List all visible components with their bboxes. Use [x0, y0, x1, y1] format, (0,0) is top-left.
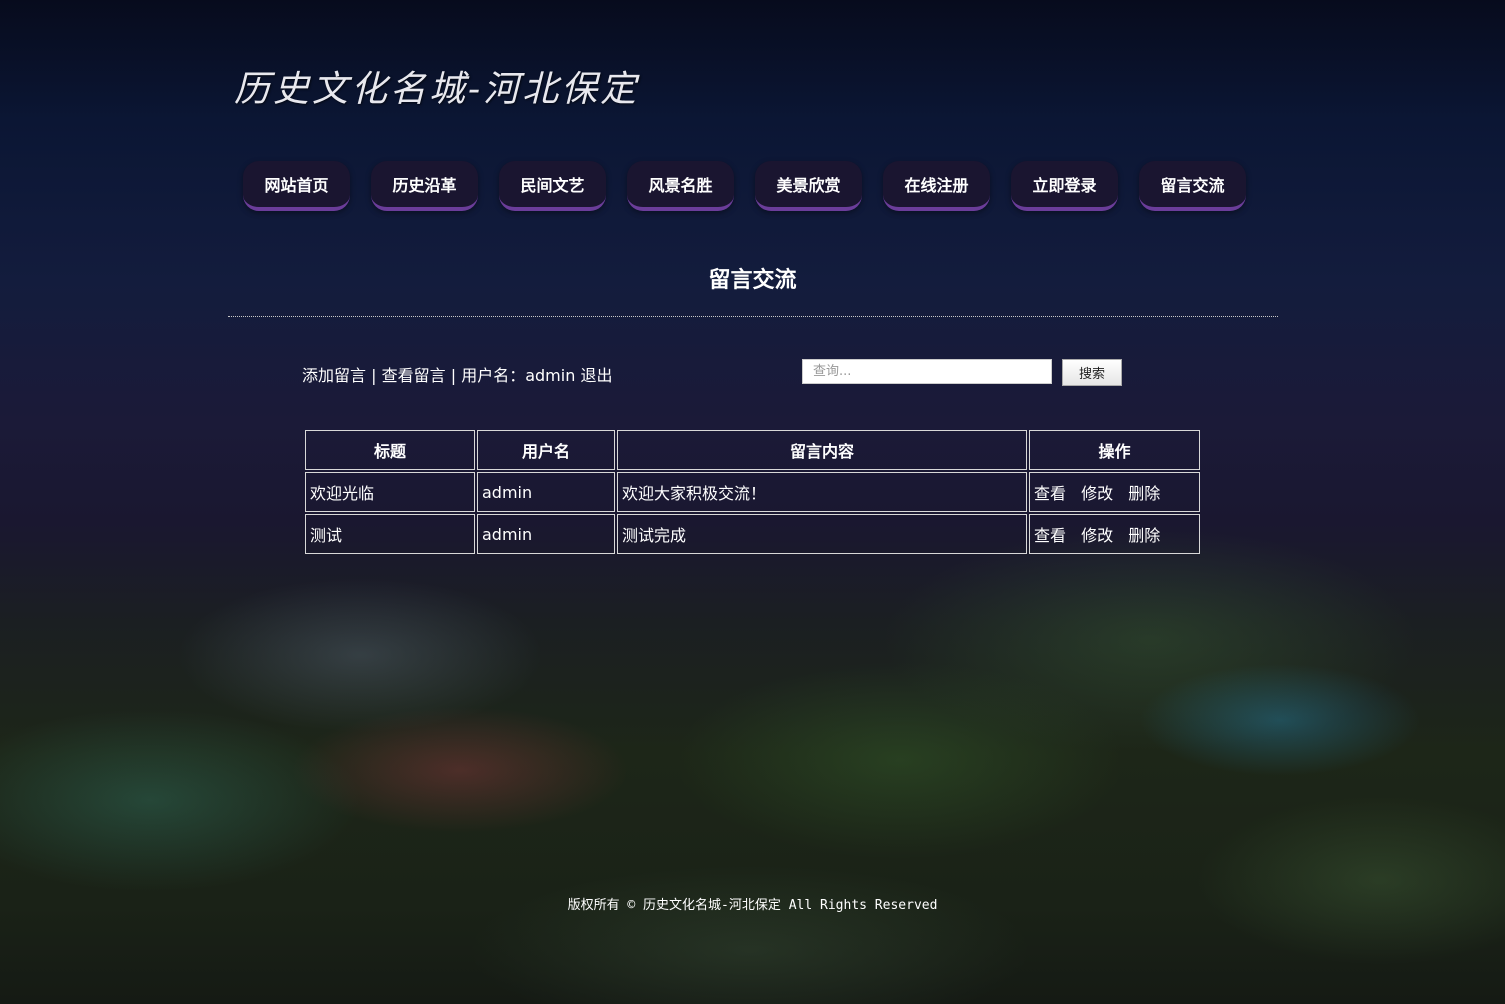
messages-table: 标题 用户名 留言内容 操作 欢迎光临 admin 欢迎大家积极交流！ 查看 修…: [303, 428, 1202, 556]
cell-actions: 查看 修改 删除: [1029, 472, 1200, 512]
delete-link[interactable]: 删除: [1128, 526, 1160, 545]
toolbar-separator: |: [450, 366, 457, 385]
cell-actions: 查看 修改 删除: [1029, 514, 1200, 554]
divider: [228, 316, 1278, 317]
main-nav: 网站首页 历史沿革 民间文艺 风景名胜 美景欣赏 在线注册 立即登录 留言交流: [243, 161, 1246, 211]
logout-link[interactable]: 退出: [580, 366, 612, 385]
username-value: admin: [525, 366, 576, 385]
nav-item-login[interactable]: 立即登录: [1011, 161, 1118, 211]
message-toolbar: 添加留言 | 查看留言 | 用户名：admin 退出: [302, 362, 612, 386]
edit-link[interactable]: 修改: [1081, 484, 1113, 503]
delete-link[interactable]: 删除: [1128, 484, 1160, 503]
cell-content: 测试完成: [617, 514, 1027, 554]
column-header-title: 标题: [305, 430, 475, 470]
view-link[interactable]: 查看: [1034, 526, 1066, 545]
column-header-content: 留言内容: [617, 430, 1027, 470]
nav-item-gallery[interactable]: 美景欣赏: [755, 161, 862, 211]
nav-item-home[interactable]: 网站首页: [243, 161, 350, 211]
view-link[interactable]: 查看: [1034, 484, 1066, 503]
nav-item-register[interactable]: 在线注册: [883, 161, 990, 211]
table-row: 测试 admin 测试完成 查看 修改 删除: [305, 514, 1200, 554]
nav-item-scenic-spots[interactable]: 风景名胜: [627, 161, 734, 211]
cell-username: admin: [477, 514, 615, 554]
cell-title: 测试: [305, 514, 475, 554]
footer-copyright: 版权所有 © 历史文化名城-河北保定 All Rights Reserved: [567, 898, 938, 913]
page-heading: 留言交流: [708, 268, 797, 293]
cell-content: 欢迎大家积极交流！: [617, 472, 1027, 512]
edit-link[interactable]: 修改: [1081, 526, 1113, 545]
username-label: 用户名：: [461, 366, 526, 385]
table-row: 欢迎光临 admin 欢迎大家积极交流！ 查看 修改 删除: [305, 472, 1200, 512]
cell-title: 欢迎光临: [305, 472, 475, 512]
toolbar-separator: |: [371, 366, 377, 385]
search-button[interactable]: 搜索: [1062, 359, 1122, 386]
cell-username: admin: [477, 472, 615, 512]
nav-item-history[interactable]: 历史沿革: [371, 161, 478, 211]
nav-item-folk-arts[interactable]: 民间文艺: [499, 161, 606, 211]
column-header-username: 用户名: [477, 430, 615, 470]
add-message-link[interactable]: 添加留言: [302, 366, 366, 385]
nav-item-messages[interactable]: 留言交流: [1139, 161, 1246, 211]
site-title: 历史文化名城-河北保定: [234, 69, 640, 110]
view-messages-link[interactable]: 查看留言: [382, 366, 446, 385]
search-input[interactable]: [802, 359, 1052, 384]
table-header-row: 标题 用户名 留言内容 操作: [305, 430, 1200, 470]
column-header-actions: 操作: [1029, 430, 1200, 470]
